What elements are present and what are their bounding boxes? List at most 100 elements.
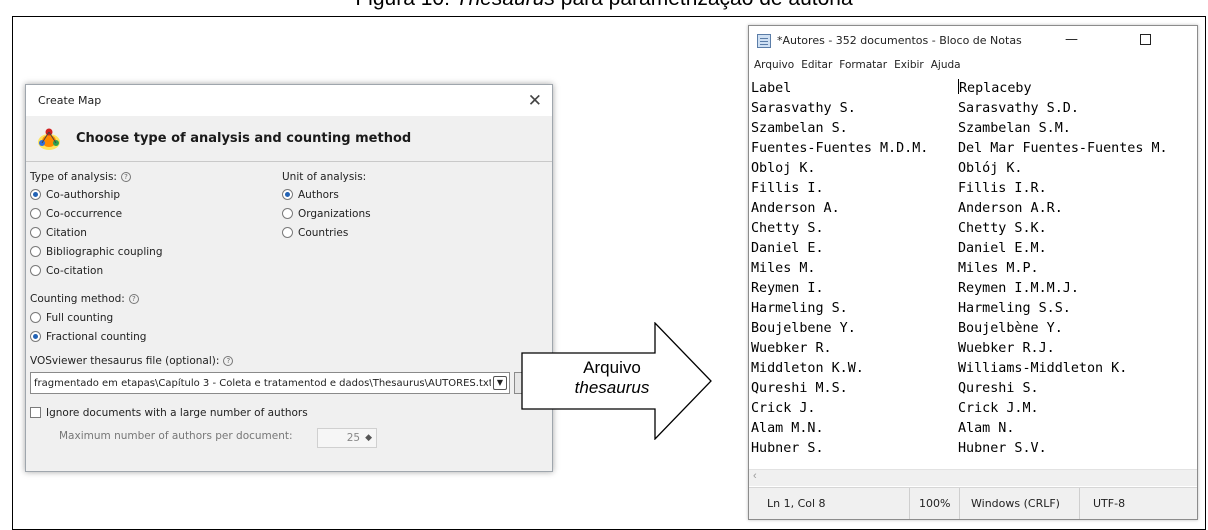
replaceby-cell: Qureshi S. bbox=[958, 381, 1039, 396]
status-zoom: 100% bbox=[919, 497, 951, 510]
radio-icon bbox=[30, 265, 41, 276]
ignore-documents-checkbox[interactable]: Ignore documents with a large number of … bbox=[30, 407, 308, 419]
label-cell: Alam M.N. bbox=[751, 421, 824, 436]
spinner-arrows-icon[interactable]: ◆ bbox=[365, 433, 372, 443]
radio-checked-icon bbox=[30, 331, 41, 342]
radio-icon bbox=[282, 227, 293, 238]
notepad-text-area[interactable]: Label Replaceby Sarasvathy S. Sarasvathy S.… bbox=[751, 79, 1168, 459]
label-cell: Chetty S. bbox=[751, 221, 824, 236]
dialog-header: Choose type of analysis and counting met… bbox=[26, 116, 552, 162]
thesaurus-file-select[interactable]: fragmentado em etapas\Capítulo 3 - Colet… bbox=[30, 372, 510, 394]
replaceby-cell: Daniel E.M. bbox=[958, 241, 1047, 256]
notepad-window: *Autores - 352 documentos - Bloco de Not… bbox=[748, 25, 1198, 520]
caption-italic: Thesaurus bbox=[456, 0, 555, 10]
replaceby-cell: Harmeling S.S. bbox=[958, 301, 1071, 316]
text-line: Alam M.N. Alam N. bbox=[751, 419, 1168, 439]
horizontal-scrollbar[interactable]: ‹ bbox=[749, 469, 1197, 486]
replaceby-cell: Fillis I.R. bbox=[958, 181, 1047, 196]
help-icon[interactable]: ? bbox=[120, 172, 131, 182]
label-cell: Qureshi M.S. bbox=[751, 381, 848, 396]
radio-fractional-counting[interactable]: Fractional counting bbox=[30, 331, 146, 343]
max-authors-spinner[interactable]: 25 ◆ bbox=[317, 428, 377, 448]
help-icon[interactable]: ? bbox=[223, 356, 234, 366]
radio-co-occurrence[interactable]: Co-occurrence bbox=[30, 208, 122, 220]
text-line: Szambelan S. Szambelan S.M. bbox=[751, 119, 1168, 139]
label-cell: Crick J. bbox=[751, 401, 816, 416]
radio-icon bbox=[30, 312, 41, 323]
radio-checked-icon bbox=[282, 189, 293, 200]
menu-arquivo[interactable]: Arquivo bbox=[754, 59, 794, 71]
replaceby-cell: Alam N. bbox=[958, 421, 1015, 436]
text-line: Daniel E. Daniel E.M. bbox=[751, 239, 1168, 259]
label-cell: Middleton K.W. bbox=[751, 361, 864, 376]
status-separator bbox=[909, 488, 910, 519]
menu-editar[interactable]: Editar bbox=[801, 59, 832, 71]
label-cell: Harmeling S. bbox=[751, 301, 848, 316]
arrow-label: Arquivo thesaurus bbox=[556, 358, 668, 398]
replaceby-cell: Hubner S.V. bbox=[958, 441, 1047, 456]
label-cell: Boujelbene Y. bbox=[751, 321, 856, 336]
replaceby-cell: Reymen I.M.M.J. bbox=[958, 281, 1079, 296]
radio-co-authorship[interactable]: Co-authorship bbox=[30, 189, 120, 201]
unit-of-analysis-label: Unit of analysis: bbox=[282, 171, 367, 183]
notepad-title: *Autores - 352 documentos - Bloco de Not… bbox=[777, 34, 1022, 47]
menu-ajuda[interactable]: Ajuda bbox=[931, 59, 961, 71]
text-line: Boujelbene Y. Boujelbène Y. bbox=[751, 319, 1168, 339]
label-cell: Obloj K. bbox=[751, 161, 816, 176]
replaceby-cell: Miles M.P. bbox=[958, 261, 1039, 276]
radio-label: Co-occurrence bbox=[46, 208, 123, 220]
radio-countries[interactable]: Countries bbox=[282, 227, 348, 239]
replaceby-cell: Boujelbène Y. bbox=[958, 321, 1063, 336]
radio-label: Co-authorship bbox=[46, 189, 121, 201]
dialog-titlebar: Create Map ✕ bbox=[26, 85, 552, 116]
thesaurus-label: VOSviewer thesaurus file (optional):? bbox=[30, 355, 234, 367]
text-line: Crick J. Crick J.M. bbox=[751, 399, 1168, 419]
radio-bibliographic-coupling[interactable]: Bibliographic coupling bbox=[30, 246, 162, 258]
menu-exibir[interactable]: Exibir bbox=[894, 59, 924, 71]
label-cell: Reymen I. bbox=[751, 281, 824, 296]
radio-co-citation[interactable]: Co-citation bbox=[30, 265, 103, 277]
radio-label: Countries bbox=[298, 227, 349, 239]
label-cell: Fuentes-Fuentes M.D.M. bbox=[751, 141, 929, 156]
radio-citation[interactable]: Citation bbox=[30, 227, 87, 239]
text-line: Wuebker R. Wuebker R.J. bbox=[751, 339, 1168, 359]
label-cell: Szambelan S. bbox=[751, 121, 848, 136]
status-separator bbox=[1079, 488, 1080, 519]
radio-icon bbox=[282, 208, 293, 219]
text-line: Harmeling S. Harmeling S.S. bbox=[751, 299, 1168, 319]
type-of-analysis-text: Type of analysis: bbox=[30, 171, 117, 183]
text-line: Qureshi M.S. Qureshi S. bbox=[751, 379, 1168, 399]
text-line: Chetty S. Chetty S.K. bbox=[751, 219, 1168, 239]
chevron-left-icon[interactable]: ‹ bbox=[753, 470, 757, 482]
label-cell: Label bbox=[751, 81, 792, 96]
help-icon[interactable]: ? bbox=[128, 294, 139, 304]
replaceby-cell: Oblój K. bbox=[958, 161, 1023, 176]
radio-icon bbox=[30, 246, 41, 257]
radio-label: Authors bbox=[298, 189, 339, 201]
type-of-analysis-label: Type of analysis:? bbox=[30, 171, 131, 183]
text-line: Obloj K. Oblój K. bbox=[751, 159, 1168, 179]
maximize-icon[interactable] bbox=[1140, 34, 1151, 45]
text-line: Reymen I. Reymen I.M.M.J. bbox=[751, 279, 1168, 299]
radio-full-counting[interactable]: Full counting bbox=[30, 312, 113, 324]
radio-authors[interactable]: Authors bbox=[282, 189, 339, 201]
text-line: Label Replaceby bbox=[751, 79, 1168, 99]
radio-organizations[interactable]: Organizations bbox=[282, 208, 371, 220]
counting-method-text: Counting method: bbox=[30, 293, 125, 305]
replaceby-cell: Wuebker R.J. bbox=[958, 341, 1055, 356]
menu-formatar[interactable]: Formatar bbox=[839, 59, 887, 71]
text-line: Hubner S. Hubner S.V. bbox=[751, 439, 1168, 459]
radio-label: Citation bbox=[46, 227, 87, 239]
radio-label: Bibliographic coupling bbox=[46, 246, 163, 258]
arrow-label-line1: Arquivo bbox=[583, 358, 641, 377]
checkbox-label: Ignore documents with a large number of … bbox=[46, 407, 308, 419]
notepad-titlebar: *Autores - 352 documentos - Bloco de Not… bbox=[749, 26, 1197, 55]
label-cell: Hubner S. bbox=[751, 441, 824, 456]
replaceby-cell: Replaceby bbox=[959, 81, 1032, 96]
chevron-down-icon[interactable]: ▼ bbox=[493, 376, 507, 390]
close-icon[interactable]: ✕ bbox=[528, 92, 542, 109]
replaceby-cell: Del Mar Fuentes-Fuentes M. bbox=[958, 141, 1168, 156]
label-cell: Daniel E. bbox=[751, 241, 824, 256]
label-cell: Fillis I. bbox=[751, 181, 824, 196]
minimize-icon[interactable]: — bbox=[1065, 32, 1078, 47]
